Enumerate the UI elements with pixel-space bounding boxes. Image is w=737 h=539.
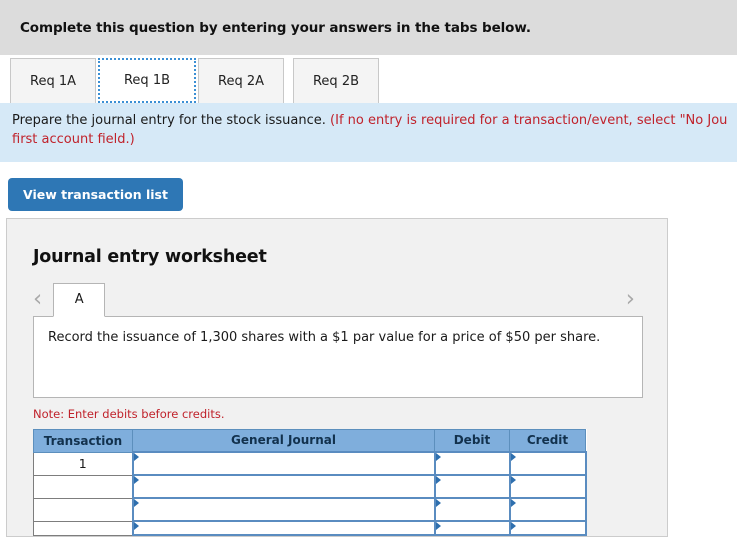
column-header-transaction: Transaction: [33, 428, 133, 453]
general-journal-account-input[interactable]: [131, 451, 436, 477]
tab-req-2b[interactable]: Req 2B: [293, 58, 379, 103]
credit-amount-input[interactable]: [508, 520, 587, 537]
prompt-red-text-line2: first account field.): [12, 131, 135, 147]
tab-req-1b-label: Req 1B: [123, 73, 171, 88]
question-instruction-text: Complete this question by entering your …: [20, 19, 531, 36]
tab-req-2a[interactable]: Req 2A: [198, 58, 284, 103]
transaction-number-cell: [33, 497, 133, 522]
requirement-tabstrip: Req 1A Req 1B Req 2A Req 2B: [0, 55, 737, 103]
entry-description-text: Record the issuance of 1,300 shares with…: [48, 329, 601, 345]
column-header-credit: Credit: [509, 428, 586, 453]
credit-amount-input[interactable]: [508, 474, 587, 500]
debit-amount-input[interactable]: [433, 474, 511, 500]
debit-amount-input[interactable]: [433, 497, 511, 523]
prompt-red-text-line1: (If no entry is required for a transacti…: [330, 113, 728, 128]
question-instruction-band: Complete this question by entering your …: [0, 0, 737, 55]
column-header-general-journal: General Journal: [132, 428, 435, 453]
general-journal-account-input[interactable]: [131, 474, 436, 500]
tab-req-2a-label: Req 2A: [218, 73, 264, 89]
entry-tab-navigation: ‹ A ›: [33, 282, 643, 317]
tab-req-2b-label: Req 2B: [312, 73, 360, 89]
worksheet-toolbar: View transaction list: [0, 162, 737, 218]
chevron-left-icon[interactable]: ‹: [33, 287, 42, 317]
table-row: [33, 520, 587, 537]
journal-table-header-row: Transaction General Journal Debit Credit: [33, 428, 586, 453]
worksheet-title: Journal entry worksheet: [33, 246, 267, 267]
entry-tab-a[interactable]: A: [53, 282, 106, 317]
table-row: [33, 474, 587, 500]
journal-entry-worksheet-panel: Journal entry worksheet ‹ A › Record the…: [6, 217, 668, 538]
entry-tab-a-label: A: [74, 292, 84, 308]
tab-req-1b[interactable]: Req 1B: [98, 58, 196, 103]
transaction-number-cell: [33, 474, 133, 499]
debit-amount-input[interactable]: [433, 451, 511, 477]
credit-amount-input[interactable]: [508, 497, 587, 523]
entry-description-box: Record the issuance of 1,300 shares with…: [33, 315, 643, 398]
credit-amount-input[interactable]: [508, 451, 587, 477]
debit-amount-input[interactable]: [433, 520, 511, 537]
transaction-number-cell: [33, 520, 133, 536]
view-transaction-list-button[interactable]: View transaction list: [8, 177, 183, 211]
table-row: 1: [33, 451, 587, 477]
general-journal-account-input[interactable]: [131, 497, 436, 523]
journal-entry-table: Transaction General Journal Debit Credit…: [33, 428, 587, 537]
column-header-debit: Debit: [434, 428, 510, 453]
tab-req-1a[interactable]: Req 1A: [10, 58, 96, 103]
prompt-main-text: Prepare the journal entry for the stock …: [12, 113, 326, 128]
debits-before-credits-note: Note: Enter debits before credits.: [33, 406, 225, 421]
transaction-number-cell: 1: [33, 451, 133, 476]
general-journal-account-input[interactable]: [131, 520, 436, 537]
table-row: [33, 497, 587, 523]
chevron-right-icon[interactable]: ›: [626, 287, 635, 317]
tab-req-1a-label: Req 1A: [30, 73, 76, 89]
requirement-prompt-band: Prepare the journal entry for the stock …: [0, 103, 737, 162]
